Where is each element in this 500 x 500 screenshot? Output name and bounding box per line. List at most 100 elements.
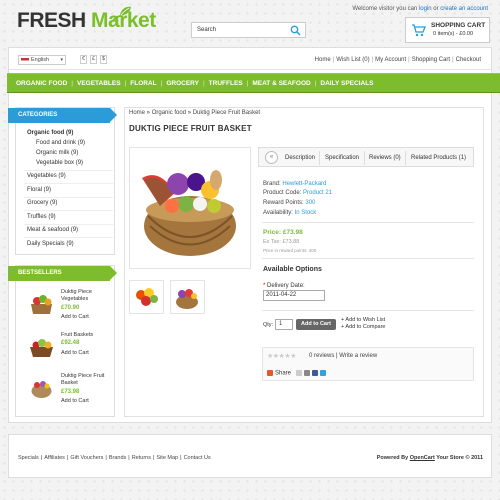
product-image-vegetables[interactable] [28,290,55,317]
footer-link-returns[interactable]: Returns [132,455,151,461]
share-label[interactable]: Share [275,371,291,377]
product-thumbnail-1[interactable] [129,280,164,314]
tab-divider [405,151,406,165]
separator: | [408,57,410,63]
product-image-fruit-basket[interactable] [28,333,55,360]
nav-grocery[interactable]: GROCERY [166,80,199,87]
twitter-icon[interactable] [319,370,326,376]
top-links: Home | Wish List (0) | My Account | Shopping C… [315,57,481,63]
bestseller-name-line1: Duktig Piece Fruit [61,373,105,379]
footer-link-specials[interactable]: Specials [18,455,39,461]
write-review-link[interactable]: Write a review [339,353,377,359]
tab-reviews[interactable]: Reviews (0) [369,155,401,161]
brand-link[interactable]: Hewlett-Packard [282,181,326,187]
top-link-account[interactable]: My Account [375,57,406,63]
print-icon[interactable] [303,370,310,376]
currency-dollar[interactable]: $ [100,55,107,64]
login-link[interactable]: login [419,6,432,12]
price-ex-tax: Ex Tax: £73.88 [263,239,300,245]
bestseller-name[interactable]: Fruit Baskets [61,332,93,339]
divider [262,258,474,259]
category-floral[interactable]: Floral (9) [27,187,51,193]
add-to-compare-link[interactable]: + Add to Compare [341,324,386,330]
brand-label: Brand: [263,181,281,187]
footer-link-brands[interactable]: Brands [109,455,126,461]
separator: | [40,455,43,461]
bestseller-name[interactable]: Duktig Piece Vegetables [61,289,92,303]
nav-truffles[interactable]: TRUFFLES [209,80,243,87]
bestseller-add-to-cart[interactable]: Add to Cart [61,314,89,320]
code-label: Product Code: [263,190,302,196]
separator: | [452,57,454,63]
email-icon[interactable] [295,370,302,376]
product-main-image[interactable] [129,147,251,269]
reward-points: Reward Points: 300 [263,200,315,206]
bestseller-add-to-cart[interactable]: Add to Cart [61,398,89,404]
thumbnail-image [176,289,198,309]
product-thumbnail-2[interactable] [170,280,205,314]
product-code: Product Code: Product 21 [263,190,332,196]
divider [24,237,113,238]
nav-daily-specials[interactable]: DAILY SPECIALS [320,80,373,87]
footer-link-gift-vouchers[interactable]: Gift Vouchers [70,455,103,461]
breadcrumb-current[interactable]: Duktig Piece Fruit Basket [193,110,260,116]
footer-link-affiliates[interactable]: Affiliates [44,455,65,461]
reviews-count-link[interactable]: 0 reviews [309,353,334,359]
nav-vegetables[interactable]: VEGETABLES [77,80,121,87]
currency-euro[interactable]: € [80,55,87,64]
nav-floral[interactable]: FLORAL [130,80,156,87]
tabs-toggle-icon[interactable]: « [265,151,278,164]
breadcrumb-home[interactable]: Home [129,110,145,116]
bestseller-price: £70.90 [61,305,80,311]
currency-pound[interactable]: £ [90,55,97,64]
bestseller-price: £92.48 [61,340,80,346]
tab-description[interactable]: Description [285,155,315,161]
category-truffles[interactable]: Truffles (9) [27,214,56,220]
search-input[interactable]: Search [191,22,306,38]
shopping-cart-widget[interactable]: SHOPPING CART 0 item(s) - £0.00 [405,17,490,43]
divider [24,183,113,184]
facebook-icon[interactable] [311,370,318,376]
delivery-date-input[interactable]: 2011-04-22 [263,290,325,301]
top-link-checkout[interactable]: Checkout [456,57,481,63]
share-icon[interactable] [267,370,273,376]
add-to-cart-button[interactable]: Add to Cart [296,319,336,330]
product-image-duktig-basket[interactable] [28,374,55,401]
breadcrumb-category[interactable]: Organic food [152,110,186,116]
nav-organic-food[interactable]: ORGANIC FOOD [16,80,67,87]
category-daily-specials[interactable]: Daily Specials (9) [27,241,74,247]
category-meat-seafood[interactable]: Meat & seafood (9) [27,227,78,233]
category-vegetables[interactable]: Vegetables (9) [27,173,66,179]
top-link-wishlist[interactable]: Wish List (0) [336,57,369,63]
divider [24,224,113,225]
category-food-and-drink[interactable]: Food and drink (9) [36,140,85,146]
language-select[interactable]: English ▾ [18,55,66,65]
tab-related-products[interactable]: Related Products (1) [411,155,466,161]
logo[interactable]: FRESH Market [17,10,156,32]
top-link-home[interactable]: Home [315,57,331,63]
separator: | [202,80,205,87]
tab-specification[interactable]: Specification [325,155,359,161]
category-vegetable-box[interactable]: Vegetable box (9) [36,160,83,166]
reviews-summary: 0 reviews | Write a review [309,353,377,359]
tab-divider [364,151,365,165]
add-to-wishlist-link[interactable]: + Add to Wish List [341,317,385,323]
category-organic-milk[interactable]: Organic milk (9) [36,150,78,156]
quantity-input[interactable]: 1 [275,319,293,330]
bestseller-price: £73.98 [61,389,80,395]
footer-link-site-map[interactable]: Site Map [156,455,178,461]
separator: | [180,455,182,461]
search-icon[interactable] [290,25,301,36]
footer: Specials | Affiliates | Gift Vouchers | Brands… [8,434,492,478]
top-link-cart[interactable]: Shopping Cart [412,57,450,63]
category-grocery[interactable]: Grocery (9) [27,200,57,206]
bestseller-name[interactable]: Duktig Piece Fruit Basket [61,373,104,387]
opencart-link[interactable]: OpenCart [410,455,435,461]
nav-meat-seafood[interactable]: MEAT & SEAFOOD [252,80,310,87]
share-bar: Share [267,370,328,377]
category-organic-food[interactable]: Organic food (9) [27,130,73,136]
create-account-link[interactable]: create an account [440,6,488,12]
bestseller-add-to-cart[interactable]: Add to Cart [61,350,89,356]
reward-label: Reward Points: [263,200,304,206]
footer-link-contact[interactable]: Contact Us [184,455,211,461]
